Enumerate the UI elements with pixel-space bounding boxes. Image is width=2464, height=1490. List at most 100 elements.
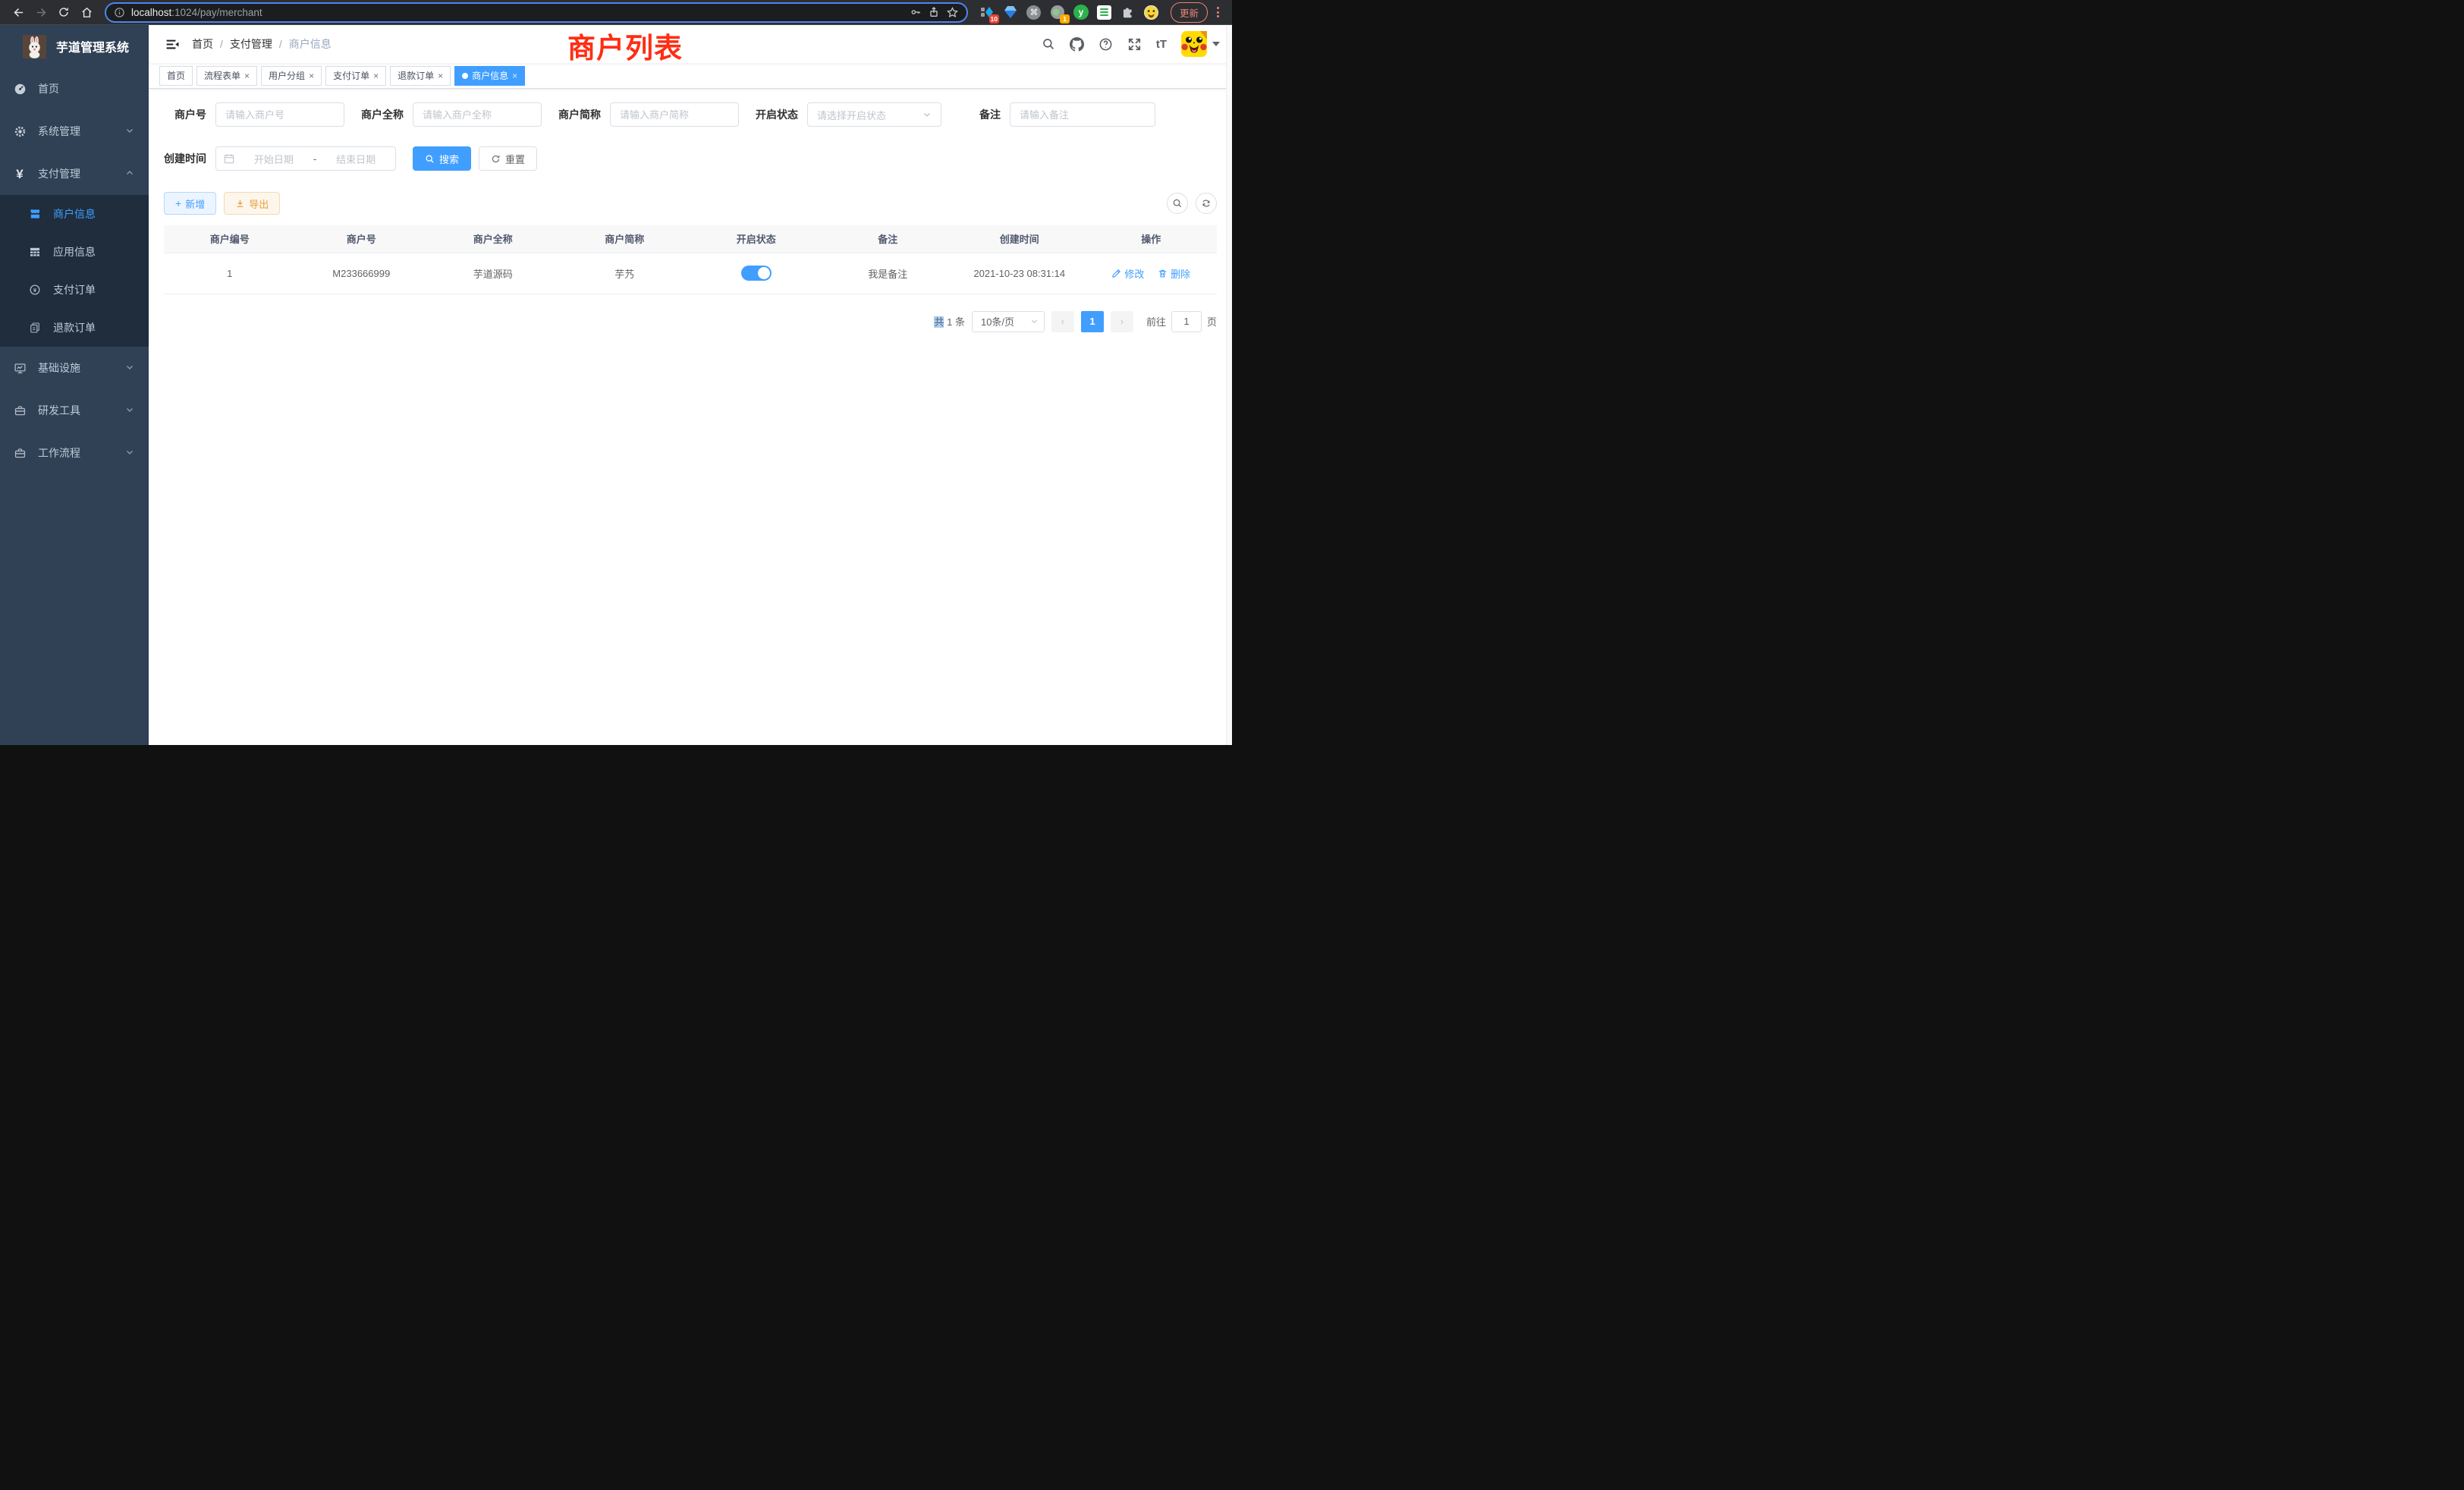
tab-user-group[interactable]: 用户分组× — [261, 66, 322, 86]
browser-forward-button[interactable] — [30, 2, 52, 22]
close-icon[interactable]: × — [373, 71, 379, 80]
select-caret-icon — [1030, 317, 1039, 325]
merchant-name-input[interactable] — [413, 102, 542, 127]
share-icon[interactable] — [928, 6, 940, 18]
next-page-button[interactable]: › — [1111, 311, 1133, 332]
chevron-down-icon — [125, 362, 134, 374]
prev-page-button[interactable]: ‹ — [1051, 311, 1074, 332]
status-toggle[interactable] — [741, 266, 772, 281]
close-icon[interactable]: × — [512, 71, 517, 80]
sidebar-item-merchant-info[interactable]: 商户信息 — [0, 195, 149, 233]
merchant-short-name-input[interactable] — [610, 102, 739, 127]
delete-link[interactable]: 删除 — [1158, 266, 1190, 281]
close-icon[interactable]: × — [309, 71, 314, 80]
pikachu-avatar-image — [1181, 31, 1207, 57]
sidebar-item-home[interactable]: 首页 — [0, 68, 149, 110]
user-avatar[interactable] — [1181, 31, 1220, 57]
remark-input[interactable] — [1010, 102, 1155, 127]
download-icon — [235, 199, 245, 209]
github-icon[interactable] — [1070, 37, 1084, 52]
page-1-button[interactable]: 1 — [1081, 311, 1104, 332]
cell-actions: 修改 删除 — [1086, 253, 1218, 294]
refresh-table-button[interactable] — [1196, 193, 1217, 214]
browser-back-button[interactable] — [8, 2, 29, 22]
close-icon[interactable]: × — [438, 71, 443, 80]
add-button[interactable]: + 新增 — [164, 192, 216, 215]
help-icon[interactable] — [1098, 37, 1113, 52]
sidebar-item-infra[interactable]: 基础设施 — [0, 347, 149, 389]
refresh-icon — [1201, 198, 1212, 209]
edit-link[interactable]: 修改 — [1111, 266, 1144, 281]
start-date-placeholder: 开始日期 — [242, 152, 306, 166]
goto-page-input[interactable] — [1171, 311, 1202, 332]
reset-button[interactable]: 重置 — [479, 146, 537, 171]
ext-gem-icon[interactable] — [1002, 4, 1019, 20]
dashboard-icon — [13, 83, 27, 96]
avatar-caret-icon[interactable] — [1212, 42, 1220, 46]
search-button[interactable]: 搜索 — [413, 146, 471, 171]
ext-y-icon[interactable]: y — [1073, 4, 1089, 20]
header-search-icon[interactable] — [1042, 37, 1055, 51]
tab-refund-order[interactable]: 退款订单× — [390, 66, 451, 86]
pagination: 共 1 条 10条/页 ‹ 1 › 前往 页 — [164, 311, 1217, 332]
svg-text:¥: ¥ — [33, 287, 37, 294]
show-search-toggle-button[interactable] — [1167, 193, 1188, 214]
end-date-placeholder: 结束日期 — [324, 152, 388, 166]
tags-view: 首页 流程表单× 用户分组× 支付订单× 退款订单× 商户信息× — [149, 63, 1232, 89]
active-dot — [462, 73, 468, 79]
ext-timer-icon[interactable]: 1 — [1049, 4, 1066, 20]
cell-remark: 我是备注 — [822, 253, 954, 294]
site-info-icon[interactable] — [114, 7, 125, 18]
col-full-name: 商户全称 — [427, 225, 559, 253]
font-size-icon[interactable]: tT — [1156, 38, 1167, 51]
sidebar-item-system[interactable]: 系统管理 — [0, 110, 149, 152]
password-key-icon[interactable] — [910, 6, 922, 18]
sidebar-item-devtools[interactable]: 研发工具 — [0, 389, 149, 432]
fullscreen-icon[interactable] — [1127, 37, 1142, 52]
monitor-chart-icon — [13, 362, 27, 375]
pagination-total: 共 1 条 — [934, 314, 965, 328]
create-time-range-picker[interactable]: 开始日期 - 结束日期 — [215, 146, 396, 171]
create-time-label: 创建时间 — [164, 151, 215, 166]
merchant-table: 商户编号 商户号 商户全称 商户简称 开启状态 备注 创建时间 操作 1 — [164, 225, 1217, 294]
screen: localhost:1024/pay/merchant 10 ⌘ — [0, 0, 1232, 745]
sidebar-item-pay[interactable]: ¥ 支付管理 — [0, 152, 149, 195]
col-remark: 备注 — [822, 225, 954, 253]
sidebar-item-refund-order[interactable]: 退款订单 — [0, 309, 149, 347]
tab-process-form[interactable]: 流程表单× — [196, 66, 257, 86]
status-select[interactable]: 请选择开启状态 — [807, 102, 941, 127]
tab-home[interactable]: 首页 — [159, 66, 193, 86]
page-scrollbar[interactable] — [1226, 26, 1232, 745]
extensions-puzzle-icon[interactable] — [1120, 4, 1136, 20]
url-bar[interactable]: localhost:1024/pay/merchant — [105, 2, 968, 23]
merchant-no-input[interactable] — [215, 102, 344, 127]
breadcrumb-home[interactable]: 首页 — [192, 36, 213, 52]
merchant-name-label: 商户全称 — [361, 107, 413, 122]
browser-home-button[interactable] — [76, 2, 97, 22]
col-short-name: 商户简称 — [559, 225, 691, 253]
shop-icon — [29, 208, 41, 220]
status-label: 开启状态 — [756, 107, 807, 122]
browser-menu-icon[interactable] — [1212, 7, 1223, 17]
sidebar-item-pay-order[interactable]: ¥ 支付订单 — [0, 271, 149, 309]
ext-diamond-icon[interactable]: 10 — [979, 4, 995, 20]
page-size-select[interactable]: 10条/页 — [972, 311, 1045, 332]
bookmark-star-icon[interactable] — [946, 6, 959, 19]
browser-profile-avatar[interactable] — [1143, 4, 1160, 20]
logo-rabbit-image — [23, 35, 46, 58]
breadcrumb-pay[interactable]: 支付管理 — [230, 36, 272, 52]
sidebar-item-workflow[interactable]: 工作流程 — [0, 432, 149, 474]
sidebar-logo[interactable]: 芋道管理系统 — [0, 25, 149, 68]
export-button[interactable]: 导出 — [224, 192, 280, 215]
sidebar-item-app-info[interactable]: 应用信息 — [0, 233, 149, 271]
tab-pay-order[interactable]: 支付订单× — [325, 66, 386, 86]
ext-command-icon[interactable]: ⌘ — [1026, 4, 1042, 20]
tab-merchant-info[interactable]: 商户信息× — [454, 66, 525, 86]
sidebar-fold-icon[interactable] — [159, 37, 186, 52]
close-icon[interactable]: × — [244, 71, 250, 80]
ext-notes-icon[interactable] — [1096, 4, 1113, 20]
sidebar: 芋道管理系统 首页 系统管理 ¥ 支付管理 — [0, 25, 149, 745]
browser-update-button[interactable]: 更新 — [1171, 2, 1208, 23]
browser-reload-button[interactable] — [53, 2, 74, 22]
trash-icon — [1158, 269, 1168, 278]
